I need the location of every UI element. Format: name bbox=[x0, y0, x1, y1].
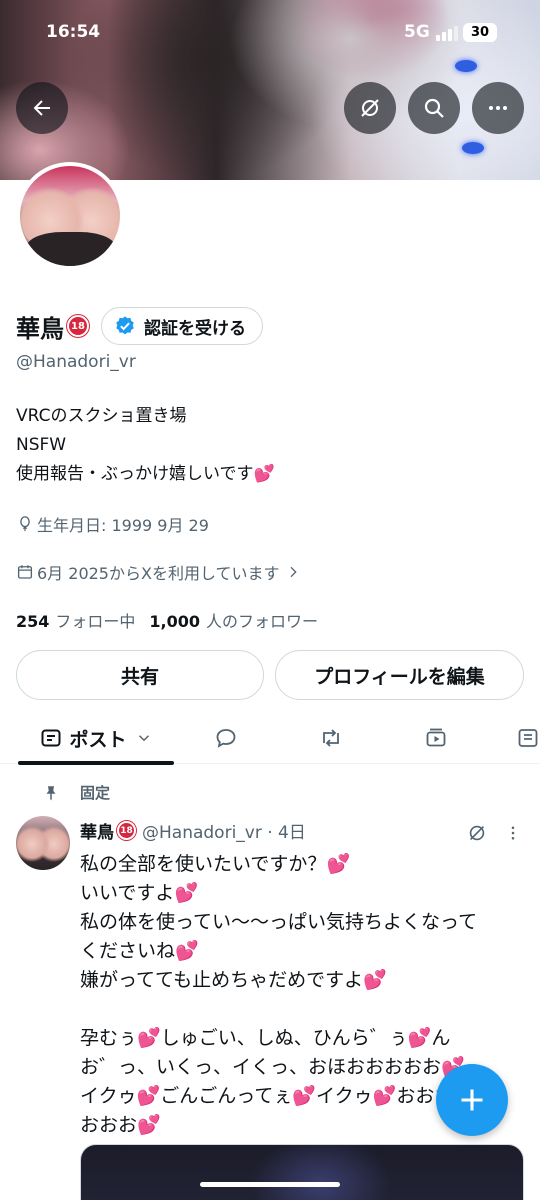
post-more-button[interactable] bbox=[504, 822, 522, 848]
compose-post-button[interactable] bbox=[436, 1064, 508, 1136]
bio-line: VRCのスクショ置き場 bbox=[16, 406, 187, 426]
post-author-avatar[interactable] bbox=[16, 816, 70, 870]
post-author-name[interactable]: 華鳥 bbox=[80, 818, 114, 843]
calendar-icon bbox=[17, 565, 33, 579]
profile-handle: @Hanadori_vr bbox=[16, 352, 136, 372]
eye-slash-icon bbox=[361, 99, 379, 117]
post-line: 私の全部を使いたいですか？💕 bbox=[80, 853, 351, 875]
tab-media[interactable] bbox=[410, 712, 462, 764]
tab-active-indicator bbox=[18, 761, 174, 765]
post-line: いいですよ💕 bbox=[80, 882, 199, 904]
more-vertical-icon bbox=[511, 826, 515, 840]
plus-icon bbox=[461, 1089, 483, 1111]
followers-count: 1,000 bbox=[149, 612, 201, 631]
status-bar: 16:54 5G 30 bbox=[0, 0, 540, 62]
banner-detail bbox=[462, 142, 484, 154]
avatar-detail bbox=[26, 232, 116, 266]
post-line bbox=[80, 995, 526, 1024]
following-count: 254 bbox=[16, 612, 50, 631]
post-icon bbox=[41, 729, 61, 747]
post-line: 嫌がってても止めちゃだめですよ💕 bbox=[80, 969, 387, 991]
balloon-icon bbox=[20, 516, 30, 532]
tab-replies[interactable] bbox=[200, 712, 252, 764]
post-header: 華鳥 18 @Hanadori_vr · 4日 bbox=[80, 818, 306, 843]
articles-icon bbox=[518, 729, 538, 747]
verified-badge-icon bbox=[116, 316, 134, 335]
tab-reposts[interactable] bbox=[305, 712, 357, 764]
post-line: 私の体を使ってい〜〜っぱい気持ちよくなって bbox=[80, 911, 478, 933]
following-link[interactable]: 254 フォロー中 bbox=[16, 608, 135, 632]
follow-stats: 254 フォロー中 1,000 人のフォロワー bbox=[16, 608, 318, 632]
home-indicator[interactable] bbox=[200, 1182, 340, 1187]
joined-text: 6月 2025からXを利用しています bbox=[37, 564, 280, 583]
profile-tabs: ポスト bbox=[0, 712, 540, 765]
more-horizontal-icon bbox=[489, 106, 507, 110]
bio-line: NSFW bbox=[16, 435, 67, 455]
edit-profile-button[interactable]: プロフィールを編集 bbox=[275, 650, 524, 700]
heart-emoji-icon: 💕 bbox=[363, 969, 387, 991]
eye-slash-icon bbox=[469, 825, 485, 841]
share-button[interactable]: 共有 bbox=[16, 650, 264, 700]
back-button[interactable] bbox=[16, 82, 68, 134]
pin-icon bbox=[46, 785, 56, 800]
heart-emoji-icon: 💕 bbox=[175, 940, 199, 962]
post-line: くださいね💕 bbox=[80, 940, 199, 962]
network-type: 5G bbox=[404, 22, 430, 42]
r18-badge-icon: 18 bbox=[67, 315, 89, 337]
pinned-indicator: 固定 bbox=[42, 782, 110, 803]
verify-label: 認証を受ける bbox=[144, 318, 246, 339]
followers-link[interactable]: 1,000 人のフォロワー bbox=[149, 608, 318, 632]
status-time: 16:54 bbox=[46, 22, 101, 42]
joined-row[interactable]: 6月 2025からXを利用しています bbox=[16, 560, 304, 584]
heart-emoji-icon: 💕 bbox=[174, 882, 199, 904]
heart-emoji-icon: 💕 bbox=[253, 464, 275, 484]
reply-icon bbox=[216, 729, 236, 748]
birthday-row: 生年月日: 1999 9月 29 bbox=[16, 512, 209, 536]
tab-posts[interactable]: ポスト bbox=[18, 712, 174, 765]
get-verified-button[interactable]: 認証を受ける bbox=[101, 307, 263, 345]
repost-icon bbox=[323, 729, 339, 747]
signal-icon bbox=[436, 25, 458, 41]
profile-bio: VRCのスクショ置き場 NSFW 使用報告・ぶっかけ嬉しいです💕 bbox=[16, 402, 275, 489]
name-row: 華鳥 18 認証を受ける bbox=[16, 306, 263, 346]
media-icon bbox=[426, 728, 446, 747]
post-author-meta: @Hanadori_vr · 4日 bbox=[142, 823, 306, 843]
arrow-left-icon bbox=[33, 100, 50, 116]
chevron-down-icon bbox=[138, 735, 149, 742]
chevron-right-icon bbox=[290, 566, 298, 578]
post-media-image[interactable] bbox=[80, 1144, 524, 1200]
heart-emoji-icon: 💕 bbox=[326, 853, 351, 875]
grok-button[interactable] bbox=[344, 82, 396, 134]
display-name: 華鳥 bbox=[16, 314, 64, 343]
bio-line: 使用報告・ぶっかけ嬉しいです💕 bbox=[16, 464, 275, 484]
more-button[interactable] bbox=[472, 82, 524, 134]
profile-avatar[interactable] bbox=[16, 162, 124, 270]
search-button[interactable] bbox=[408, 82, 460, 134]
r18-badge-icon: 18 bbox=[117, 821, 136, 840]
pinned-label: 固定 bbox=[80, 784, 111, 802]
post-grok-button[interactable] bbox=[466, 822, 488, 848]
battery-icon: 30 bbox=[463, 23, 497, 42]
search-icon bbox=[424, 98, 444, 118]
tab-posts-label: ポスト bbox=[69, 728, 127, 751]
tab-more[interactable] bbox=[516, 712, 540, 764]
birthday-text: 生年月日: 1999 9月 29 bbox=[37, 516, 209, 535]
post-line: 孕むぅ💕しゅごい、しぬ、ひんら゛ぅ💕ん bbox=[80, 1027, 451, 1049]
